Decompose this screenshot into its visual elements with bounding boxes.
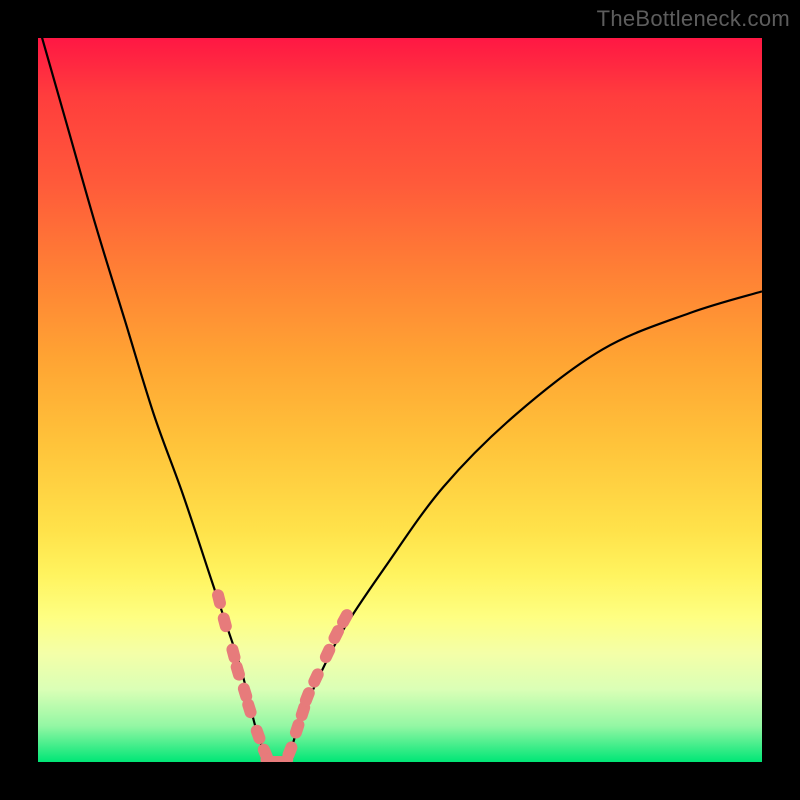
- data-marker: [216, 611, 233, 633]
- chart-frame: TheBottleneck.com: [0, 0, 800, 800]
- bottleneck-curve: [38, 38, 762, 762]
- data-marker: [249, 723, 267, 746]
- data-marker: [211, 588, 227, 610]
- curve-layer: [38, 38, 762, 762]
- plot-area: [38, 38, 762, 762]
- watermark-text: TheBottleneck.com: [597, 6, 790, 32]
- data-markers: [211, 588, 355, 762]
